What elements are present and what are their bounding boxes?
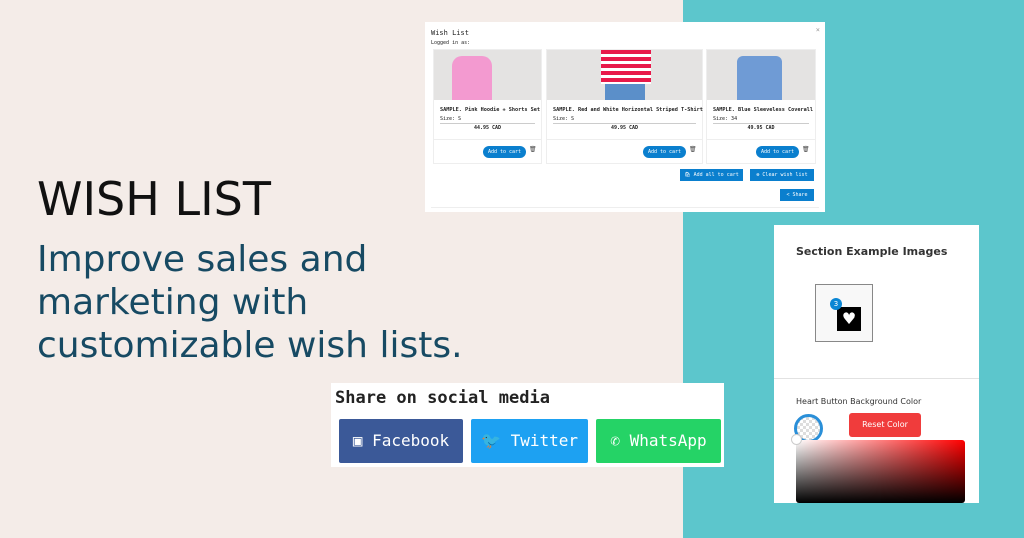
trash-icon[interactable]: 🗑 [689, 146, 697, 153]
add-all-to-cart-button[interactable]: 🛍 Add all to cart [680, 169, 743, 181]
wish-item: SAMPLE. Pink Hoodie + Shorts Set Size: S… [433, 49, 542, 164]
product-size: Size: S [440, 116, 462, 122]
product-name[interactable]: SAMPLE. Blue Sleeveless Coverall [713, 107, 813, 113]
logged-in-label: Logged in as: [431, 40, 471, 46]
product-size: Size: S [553, 116, 575, 122]
modal-title: Wish List [431, 29, 469, 37]
trash-icon[interactable]: 🗑 [802, 146, 810, 153]
product-price: 49.95 CAD [747, 125, 775, 131]
heart-icon[interactable]: ♥ [837, 307, 861, 331]
whatsapp-button[interactable]: ✆ WhatsApp [596, 419, 721, 463]
close-icon[interactable]: × [816, 26, 820, 34]
twitter-icon: 🐦 [481, 431, 501, 450]
wish-item: SAMPLE. Red and White Horizontal Striped… [546, 49, 703, 164]
add-to-cart-button[interactable]: Add to cart [643, 146, 686, 158]
count-badge: 3 [830, 298, 842, 310]
wish-list-modal: Wish List Logged in as: × SAMPLE. Pink H… [425, 22, 825, 212]
whatsapp-icon: ✆ [610, 431, 620, 450]
product-name[interactable]: SAMPLE. Pink Hoodie + Shorts Set [440, 107, 540, 113]
add-to-cart-button[interactable]: Add to cart [756, 146, 799, 158]
section-title: Section Example Images [796, 245, 948, 258]
facebook-button[interactable]: ▣ Facebook [339, 419, 463, 463]
reset-color-button[interactable]: Reset Color [849, 413, 921, 437]
color-label: Heart Button Background Color [796, 397, 922, 406]
add-to-cart-button[interactable]: Add to cart [483, 146, 526, 158]
product-image[interactable] [434, 50, 541, 100]
hero-subtitle: Improve sales and marketing with customi… [37, 239, 463, 366]
clear-wish-list-button[interactable]: ⊗ Clear wish list [750, 169, 814, 181]
product-price: 49.95 CAD [610, 125, 639, 131]
share-panel: Share on social media ▣ Facebook 🐦 Twitt… [331, 383, 724, 467]
share-button[interactable]: < Share [780, 189, 814, 201]
product-image[interactable] [707, 50, 815, 100]
product-size: Size: 34 [713, 116, 738, 122]
twitter-button[interactable]: 🐦 Twitter [471, 419, 588, 463]
settings-panel: Section Example Images ♥ 3 Heart Button … [774, 225, 979, 503]
trash-icon[interactable]: 🗑 [529, 146, 537, 153]
product-image[interactable] [547, 50, 702, 100]
color-picker-gradient[interactable] [796, 440, 965, 503]
hero-title: WISH LIST [37, 172, 271, 226]
share-title: Share on social media [335, 388, 550, 408]
product-price: 44.95 CAD [473, 125, 502, 131]
product-name[interactable]: SAMPLE. Red and White Horizontal Striped… [553, 107, 703, 113]
facebook-icon: ▣ [352, 431, 363, 450]
wish-item: SAMPLE. Blue Sleeveless Coverall Size: 3… [706, 49, 816, 164]
color-picker-handle[interactable] [791, 434, 802, 445]
